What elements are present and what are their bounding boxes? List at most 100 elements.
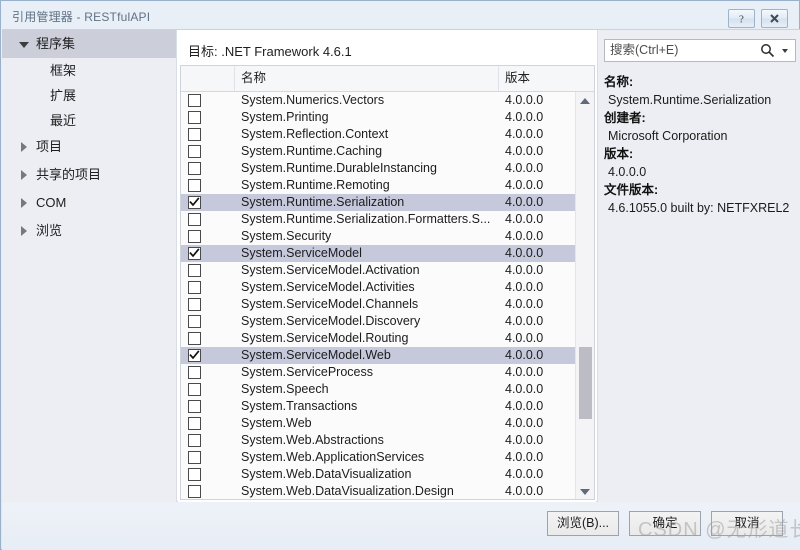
sidebar-item-1[interactable]: 框架 [2,58,176,83]
twisty-6[interactable] [18,189,30,217]
checkbox-unchecked[interactable] [188,213,201,226]
checkbox-unchecked[interactable] [188,451,201,464]
checkbox-unchecked[interactable] [188,332,201,345]
checkbox-unchecked[interactable] [188,281,201,294]
sidebar-item-7[interactable]: 浏览 [2,217,176,245]
table-row[interactable]: System.Runtime.Serialization 4.0.0.0 [181,194,575,211]
scrollbar-thumb[interactable] [579,347,592,419]
checkbox-checked[interactable] [188,349,201,362]
table-row[interactable]: System.ServiceModel 4.0.0.0 [181,245,575,262]
table-row[interactable]: System.Web.DataVisualization.Design 4.0.0… [181,483,575,499]
twisty-7[interactable] [18,217,30,245]
assembly-name: System.ServiceModel.Activation [241,263,420,277]
column-header-name[interactable]: 名称 [235,66,499,91]
scroll-down-button[interactable] [576,483,594,499]
table-row[interactable]: System.Transactions 4.0.0.0 [181,398,575,415]
table-row[interactable]: System.ServiceModel.Activities 4.0.0.0 [181,279,575,296]
table-row[interactable]: System.Web.Abstractions 4.0.0.0 [181,432,575,449]
sidebar-item-0[interactable]: 程序集 [2,30,176,58]
sidebar-item-3[interactable]: 最近 [2,108,176,133]
triangle-down-icon [19,42,29,48]
checkbox-unchecked[interactable] [188,111,201,124]
twisty-4[interactable] [18,133,30,161]
assembly-version: 4.0.0.0 [505,127,544,141]
assembly-list[interactable]: System.Numerics.Vectors 4.0.0.0 System.Pri… [181,92,575,499]
triangle-right-icon [21,142,27,152]
column-header-version[interactable]: 版本 [499,66,574,91]
window-title: 引用管理器 - RESTfulAPI [12,10,151,24]
table-row[interactable]: System.Runtime.Serialization.Formatters.… [181,211,575,228]
sidebar-item-5[interactable]: 共享的项目 [2,161,176,189]
close-button[interactable] [761,9,788,28]
assembly-name: System.Runtime.Caching [241,144,383,158]
assembly-version: 4.0.0.0 [505,416,544,430]
sidebar-item-label: 最近 [50,113,77,128]
search-box[interactable] [604,39,796,62]
table-row[interactable]: System.Printing 4.0.0.0 [181,109,575,126]
checkbox-unchecked[interactable] [188,400,201,413]
assembly-version: 4.0.0.0 [505,433,544,447]
checkbox-unchecked[interactable] [188,468,201,481]
checkbox-checked[interactable] [188,196,201,209]
help-button[interactable]: ? [728,9,755,28]
checkbox-unchecked[interactable] [188,128,201,141]
assembly-name: System.ServiceModel.Web [241,348,391,362]
table-row[interactable]: System.ServiceModel.Routing 4.0.0.0 [181,330,575,347]
table-row[interactable]: System.Reflection.Context 4.0.0.0 [181,126,575,143]
search-input[interactable] [610,40,760,61]
checkbox-unchecked[interactable] [188,94,201,107]
cancel-button[interactable]: 取消 [711,511,783,536]
close-icon [770,14,779,23]
twisty-5[interactable] [18,161,30,189]
details-creator-label: 创建者: [604,111,646,125]
table-row[interactable]: System.ServiceModel.Channels 4.0.0.0 [181,296,575,313]
checkbox-unchecked[interactable] [188,434,201,447]
checkbox-unchecked[interactable] [188,264,201,277]
title-bar: 引用管理器 - RESTfulAPI ? [2,2,800,29]
column-header-check[interactable] [181,66,235,91]
table-row[interactable]: System.Speech 4.0.0.0 [181,381,575,398]
table-row[interactable]: System.Security 4.0.0.0 [181,228,575,245]
details-name-value: System.Runtime.Serialization [608,93,772,107]
table-row[interactable]: System.ServiceModel.Discovery 4.0.0.0 [181,313,575,330]
table-row[interactable]: System.Runtime.DurableInstancing 4.0.0.0 [181,160,575,177]
checkbox-unchecked[interactable] [188,162,201,175]
search-icon[interactable] [760,43,775,58]
scroll-up-button[interactable] [576,92,594,109]
search-dropdown-chevron-down-icon[interactable] [782,49,788,53]
table-row[interactable]: System.ServiceProcess 4.0.0.0 [181,364,575,381]
category-list: 程序集 框架 扩展最近项目 共享的项目 COM 浏览 [2,30,176,245]
assembly-version: 4.0.0.0 [505,161,544,175]
details-version-label: 版本: [604,147,634,161]
sidebar-item-2[interactable]: 扩展 [2,83,176,108]
checkbox-unchecked[interactable] [188,230,201,243]
checkbox-unchecked[interactable] [188,485,201,498]
table-row[interactable]: System.Numerics.Vectors 4.0.0.0 [181,92,575,109]
assembly-name: System.Numerics.Vectors [241,93,385,107]
sidebar-item-6[interactable]: COM [2,189,176,217]
assembly-grid: 名称 版本 System.Numerics.Vectors 4.0.0.0 Syst… [180,65,595,500]
sidebar-item-4[interactable]: 项目 [2,133,176,161]
assembly-name: System.Runtime.Serialization [241,195,405,209]
table-row[interactable]: System.Web 4.0.0.0 [181,415,575,432]
table-row[interactable]: System.Web.ApplicationServices 4.0.0.0 [181,449,575,466]
checkbox-unchecked[interactable] [188,315,201,328]
table-row[interactable]: System.Web.DataVisualization 4.0.0.0 [181,466,575,483]
ok-button[interactable]: 确定 [629,511,701,536]
checkbox-checked[interactable] [188,247,201,260]
checkbox-unchecked[interactable] [188,366,201,379]
checkbox-unchecked[interactable] [188,179,201,192]
vertical-scrollbar[interactable] [575,92,594,499]
assembly-name: System.ServiceModel.Discovery [241,314,421,328]
svg-text:?: ? [739,14,744,26]
table-row[interactable]: System.Runtime.Remoting 4.0.0.0 [181,177,575,194]
twisty-0[interactable] [18,30,30,58]
table-row[interactable]: System.ServiceModel.Activation 4.0.0.0 [181,262,575,279]
browse-button[interactable]: 浏览(B)... [547,511,619,536]
table-row[interactable]: System.ServiceModel.Web 4.0.0.0 [181,347,575,364]
checkbox-unchecked[interactable] [188,417,201,430]
table-row[interactable]: System.Runtime.Caching 4.0.0.0 [181,143,575,160]
checkbox-unchecked[interactable] [188,383,201,396]
checkbox-unchecked[interactable] [188,298,201,311]
checkbox-unchecked[interactable] [188,145,201,158]
